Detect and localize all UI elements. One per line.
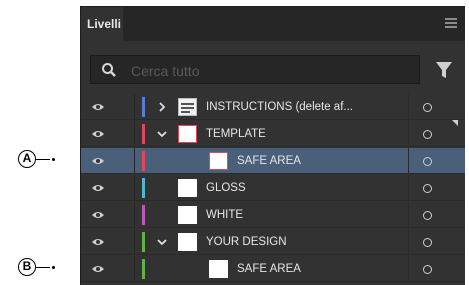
eye-icon[interactable] <box>91 102 105 112</box>
eye-icon[interactable] <box>91 210 105 220</box>
layer-name: WHITE <box>206 209 244 221</box>
callout-letter: B <box>18 258 36 276</box>
layer-color-bar <box>142 124 145 144</box>
layer-color-bar <box>142 205 145 225</box>
layer-thumbnail <box>209 152 228 170</box>
target-circle-icon[interactable] <box>423 184 432 193</box>
filter-icon[interactable] <box>435 61 453 79</box>
layer-color-bar <box>142 151 145 171</box>
layer-name: GLOSS <box>206 182 246 194</box>
panel-menu-icon[interactable] <box>445 18 457 28</box>
layer-name: INSTRUCTIONS (delete af... <box>206 101 353 113</box>
chevron-right-icon[interactable] <box>157 102 167 112</box>
target-circle-icon[interactable] <box>423 265 432 274</box>
target-circle-icon[interactable] <box>423 130 432 139</box>
layer-thumbnail <box>178 98 197 116</box>
layer-row[interactable]: TEMPLATE <box>81 121 465 147</box>
search-box[interactable] <box>90 55 420 85</box>
layer-row[interactable]: SAFE AREA <box>81 148 465 174</box>
layer-thumbnail <box>209 260 228 278</box>
callout-letter: A <box>18 150 36 168</box>
layer-row[interactable]: WHITE <box>81 202 465 228</box>
eye-icon[interactable] <box>91 183 105 193</box>
tab-layers[interactable]: Livelli <box>81 7 123 41</box>
search-icon <box>102 63 116 77</box>
layer-color-bar <box>142 97 145 117</box>
layer-row[interactable]: GLOSS <box>81 175 465 201</box>
layers-panel: Livelli INSTRUCTIONS (delete af... TEMPLA… <box>80 6 465 285</box>
layer-thumbnail <box>178 179 197 197</box>
target-circle-icon[interactable] <box>423 238 432 247</box>
eye-icon[interactable] <box>91 156 105 166</box>
layer-thumbnail <box>178 125 197 143</box>
chevron-down-icon[interactable] <box>157 129 167 139</box>
layer-name: TEMPLATE <box>206 128 266 140</box>
layer-name: SAFE AREA <box>237 263 301 275</box>
panel-tab-bar: Livelli <box>81 7 465 41</box>
layer-color-bar <box>142 259 145 279</box>
target-circle-icon[interactable] <box>423 103 432 112</box>
eye-icon[interactable] <box>91 129 105 139</box>
layer-name: YOUR DESIGN <box>206 236 287 248</box>
target-circle-icon[interactable] <box>423 157 432 166</box>
target-circle-icon[interactable] <box>423 211 432 220</box>
chevron-down-icon[interactable] <box>157 237 167 247</box>
layer-color-bar <box>142 178 145 198</box>
eye-icon[interactable] <box>91 237 105 247</box>
scroll-indicator-icon <box>452 120 458 126</box>
layer-thumbnail <box>178 206 197 224</box>
layer-thumbnail <box>178 233 197 251</box>
layer-color-bar <box>142 232 145 252</box>
eye-icon[interactable] <box>91 264 105 274</box>
layer-row[interactable]: SAFE AREA <box>81 256 465 282</box>
layer-row[interactable]: YOUR DESIGN <box>81 229 465 255</box>
layer-row[interactable]: INSTRUCTIONS (delete af... <box>81 94 465 120</box>
layer-name: SAFE AREA <box>237 155 301 167</box>
search-input[interactable] <box>129 56 413 85</box>
